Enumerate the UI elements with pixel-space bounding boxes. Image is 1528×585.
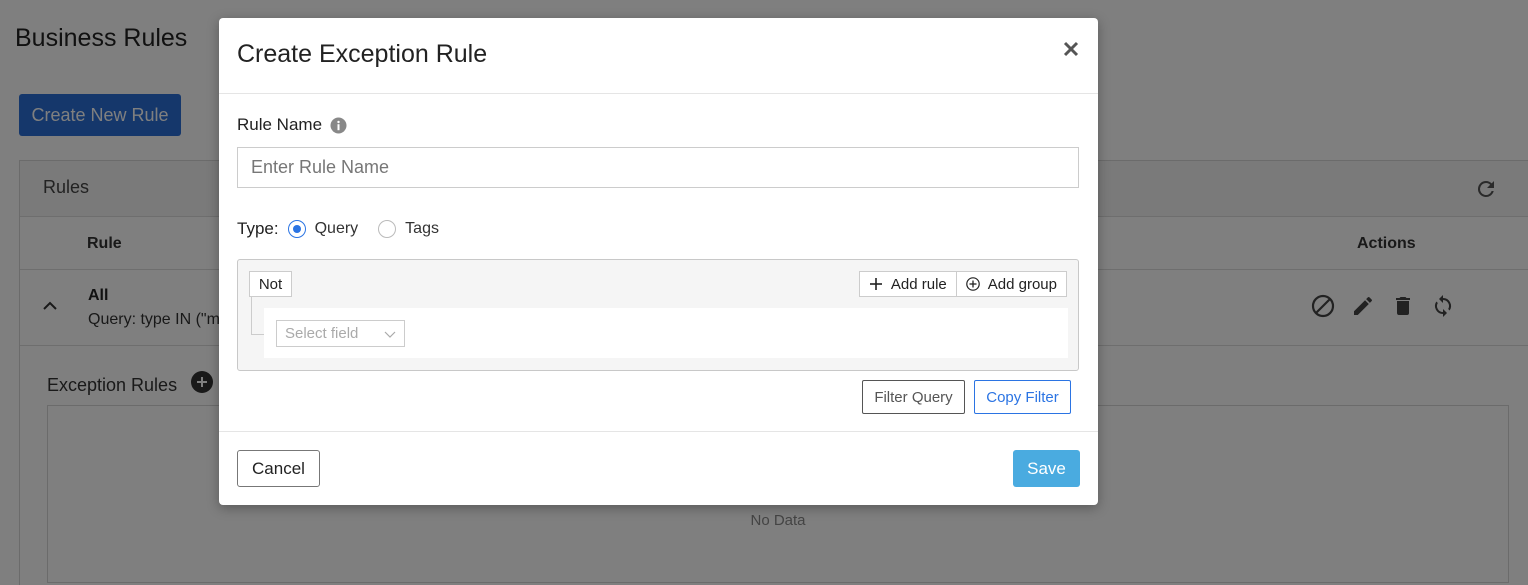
save-button[interactable]: Save [1013,450,1080,487]
select-field-placeholder: Select field [285,325,359,342]
modal-footer: Cancel Save [219,431,1098,505]
rule-name-label-text: Rule Name [237,115,323,134]
copy-filter-button[interactable]: Copy Filter [974,380,1071,414]
create-exception-rule-modal: Create Exception Rule Rule Name Type: Qu… [219,18,1098,505]
radio-query[interactable] [287,220,306,238]
info-icon[interactable] [330,117,347,134]
tree-connector [251,297,265,335]
radio-tags[interactable] [378,220,397,238]
filter-query-button[interactable]: Filter Query [862,380,965,414]
type-selector: Type: Query Tags [237,219,459,239]
close-icon[interactable] [1062,40,1080,58]
query-builder-actions: Add rule Add group [858,271,1067,297]
radio-tags-label[interactable]: Tags [405,220,439,238]
type-label: Type: [237,219,279,238]
chevron-down-icon [384,331,396,338]
rule-name-label: Rule Name [237,115,347,135]
query-rule-row: Select field [264,308,1068,358]
rule-name-input[interactable] [237,147,1079,188]
add-group-label: Add group [987,275,1057,293]
select-field-dropdown[interactable]: Select field [276,320,405,347]
plus-icon [869,278,882,290]
add-rule-button[interactable]: Add rule [858,271,957,297]
modal-title: Create Exception Rule [237,40,488,68]
modal-header: Create Exception Rule [219,18,1098,94]
plus-circle-icon [965,277,980,291]
radio-query-label[interactable]: Query [315,220,359,238]
add-rule-label: Add rule [890,275,947,293]
cancel-button[interactable]: Cancel [237,450,320,487]
query-builder: Not Add rule Add group Select field [237,259,1079,371]
add-group-button[interactable]: Add group [956,271,1067,297]
not-toggle-button[interactable]: Not [249,271,292,297]
